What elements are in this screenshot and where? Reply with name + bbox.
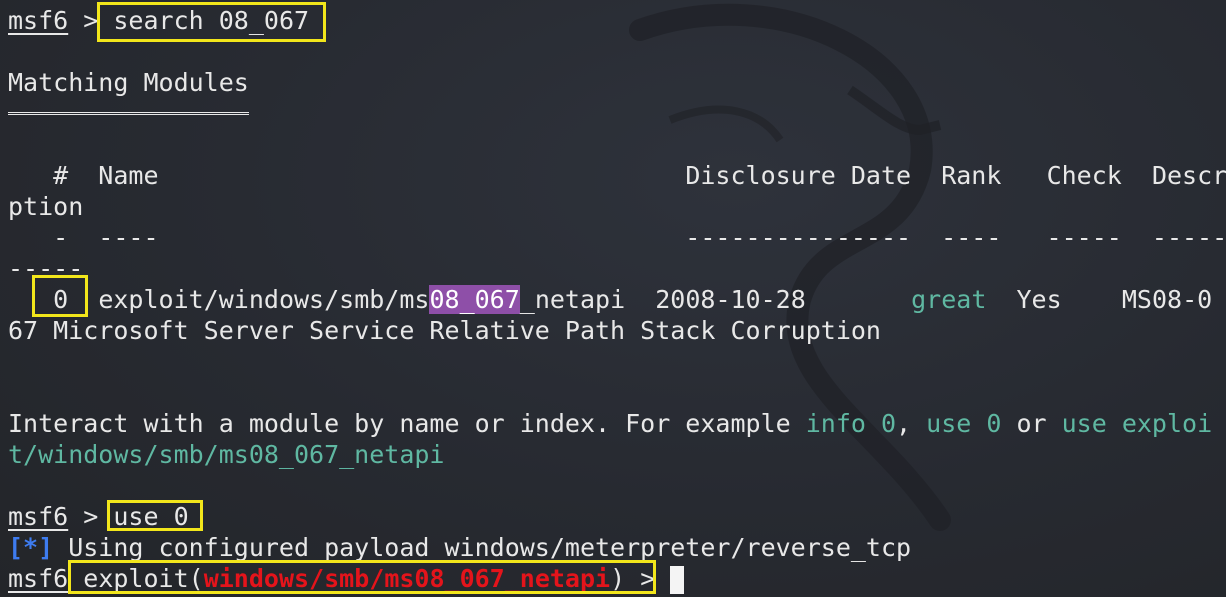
info-marker: [*] [8,533,54,562]
header-index-name: # Name [8,161,686,190]
terminal-window[interactable]: msf6 > search 08_067 Matching Modules ==… [0,0,1226,597]
interact-hint: Interact with a module by name or index.… [8,409,1213,438]
header-disclosure-date: Disclosure Date [685,161,912,190]
table-header-underline: - ---- --------------- ---- ----- ------ [8,223,1226,252]
payload-info-line: [*] Using configured payload windows/met… [8,532,911,563]
hint-use-exploit: use exploi [1061,409,1213,438]
row-description: MS08-0 [1121,285,1213,314]
header-rank: Rank [941,161,1002,190]
table-row[interactable]: 0 exploit/windows/smb/ms08_067_netapi 20… [8,284,1212,315]
annotation-box-use-command [107,500,203,531]
payload-info-text: Using configured payload windows/meterpr… [53,533,912,562]
row-disclosure-date: 2008-10-28 [655,285,806,314]
row-description-wrap: 67 Microsoft Server Service Relative Pat… [8,316,881,345]
row-module-match-highlight: 08_067 [429,285,520,314]
text-cursor[interactable] [670,566,685,594]
matching-modules-rule: ================ [8,98,249,118]
hint-use-exploit-wrap: t/windows/smb/ms08_067_netapi [8,440,445,469]
annotation-box-exploit-prompt [68,560,656,594]
annotation-box-row-index [32,275,88,317]
header-description: Descri [1151,161,1226,190]
hint-info-0: info 0 [805,409,897,438]
prompt-label: msf6 [8,564,69,593]
annotation-box-search-command [97,2,326,42]
prompt-label: msf6 [8,6,69,35]
row-rank: great [911,285,987,314]
row-check: Yes [1016,285,1062,314]
table-header: # Name Disclosure Date Rank Check Descri [8,160,1226,191]
table-header-wrap: ption [8,192,84,221]
header-check: Check [1046,161,1122,190]
hint-use-0: use 0 [926,409,1002,438]
prompt-label: msf6 [8,502,69,531]
row-module-name: exploit/windows/smb/ms [98,285,430,314]
